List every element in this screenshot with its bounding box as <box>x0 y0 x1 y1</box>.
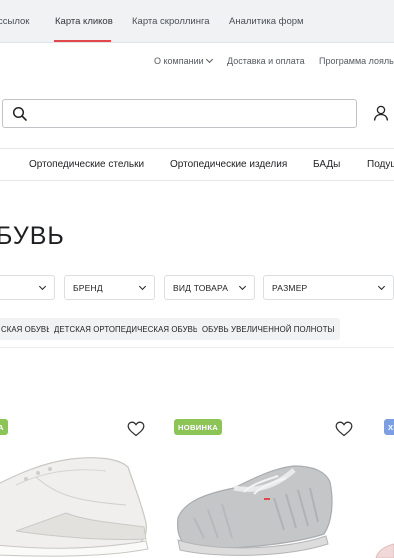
link-loyalty-program[interactable]: Программа лояль <box>319 56 394 66</box>
nav-item-orthopedic-products[interactable]: Ортопедические изделия <box>170 159 287 170</box>
product-badge-new: НОВИНКА <box>174 419 223 435</box>
tag-shoes[interactable]: СКАЯ ОБУВЬ <box>0 318 57 340</box>
nav-item-supplements[interactable]: БАДы <box>313 159 340 170</box>
chevron-down-icon <box>138 282 147 291</box>
catalog-nav: · Ортопедические стельки Ортопедические … <box>0 148 394 181</box>
chevron-down-icon <box>377 282 386 291</box>
product-badge-hit: ХИ <box>384 419 394 435</box>
white-sneaker-image[interactable] <box>0 445 156 558</box>
header-links: О компании Доставка и оплата Программа л… <box>0 55 394 70</box>
filter-size[interactable]: РАЗМЕР <box>263 275 394 300</box>
link-about-company[interactable]: О компании <box>154 55 213 66</box>
chevron-down-icon <box>205 55 213 64</box>
filter-label: БРЕНД <box>73 283 103 293</box>
filter-dropdown-first[interactable] <box>0 275 55 300</box>
tab-form-analytics[interactable]: Аналитика форм <box>229 16 304 27</box>
tab-click-map[interactable]: Карта кликов <box>55 16 113 27</box>
product-badge: А <box>0 419 8 435</box>
link-delivery-payment[interactable]: Доставка и оплата <box>227 56 305 66</box>
nav-item-pillows[interactable]: Подуш <box>367 159 394 170</box>
grey-knit-sneaker-image[interactable] <box>174 458 336 558</box>
filter-product-type[interactable]: ВИД ТОВАРА <box>164 275 255 300</box>
search-box <box>2 99 357 128</box>
tag-wide-fit-shoes[interactable]: ОБУВЬ УВЕЛИЧЕННОЙ ПОЛНОТЫ <box>197 318 340 340</box>
search-icon[interactable] <box>12 106 28 122</box>
partial-shoe-image[interactable] <box>374 540 394 558</box>
user-icon[interactable] <box>372 104 390 122</box>
heart-icon[interactable] <box>335 421 353 437</box>
chevron-down-icon <box>38 282 47 291</box>
tab-link-map[interactable]: ссылок <box>0 16 29 27</box>
divider <box>0 347 394 348</box>
chevron-down-icon <box>238 282 247 291</box>
page-title: БУВЬ <box>0 222 65 250</box>
search-input[interactable] <box>35 104 345 124</box>
heart-icon[interactable] <box>127 421 145 437</box>
filter-label: РАЗМЕР <box>272 283 308 293</box>
filter-brand[interactable]: БРЕНД <box>64 275 155 300</box>
nav-item-orthopedic-insoles[interactable]: Ортопедические стельки <box>29 159 144 170</box>
filter-label: ВИД ТОВАРА <box>173 283 229 293</box>
tab-scroll-map[interactable]: Карта скроллинга <box>132 16 210 27</box>
link-about-company-label: О компании <box>154 56 204 66</box>
active-tab-indicator <box>54 40 111 42</box>
analytics-tab-bar: ссылок Карта кликов Карта скроллинга Ана… <box>0 0 394 43</box>
tag-kids-orthopedic-shoes[interactable]: ДЕТСКАЯ ОРТОПЕДИЧЕСКАЯ ОБУВЬ <box>49 318 204 340</box>
